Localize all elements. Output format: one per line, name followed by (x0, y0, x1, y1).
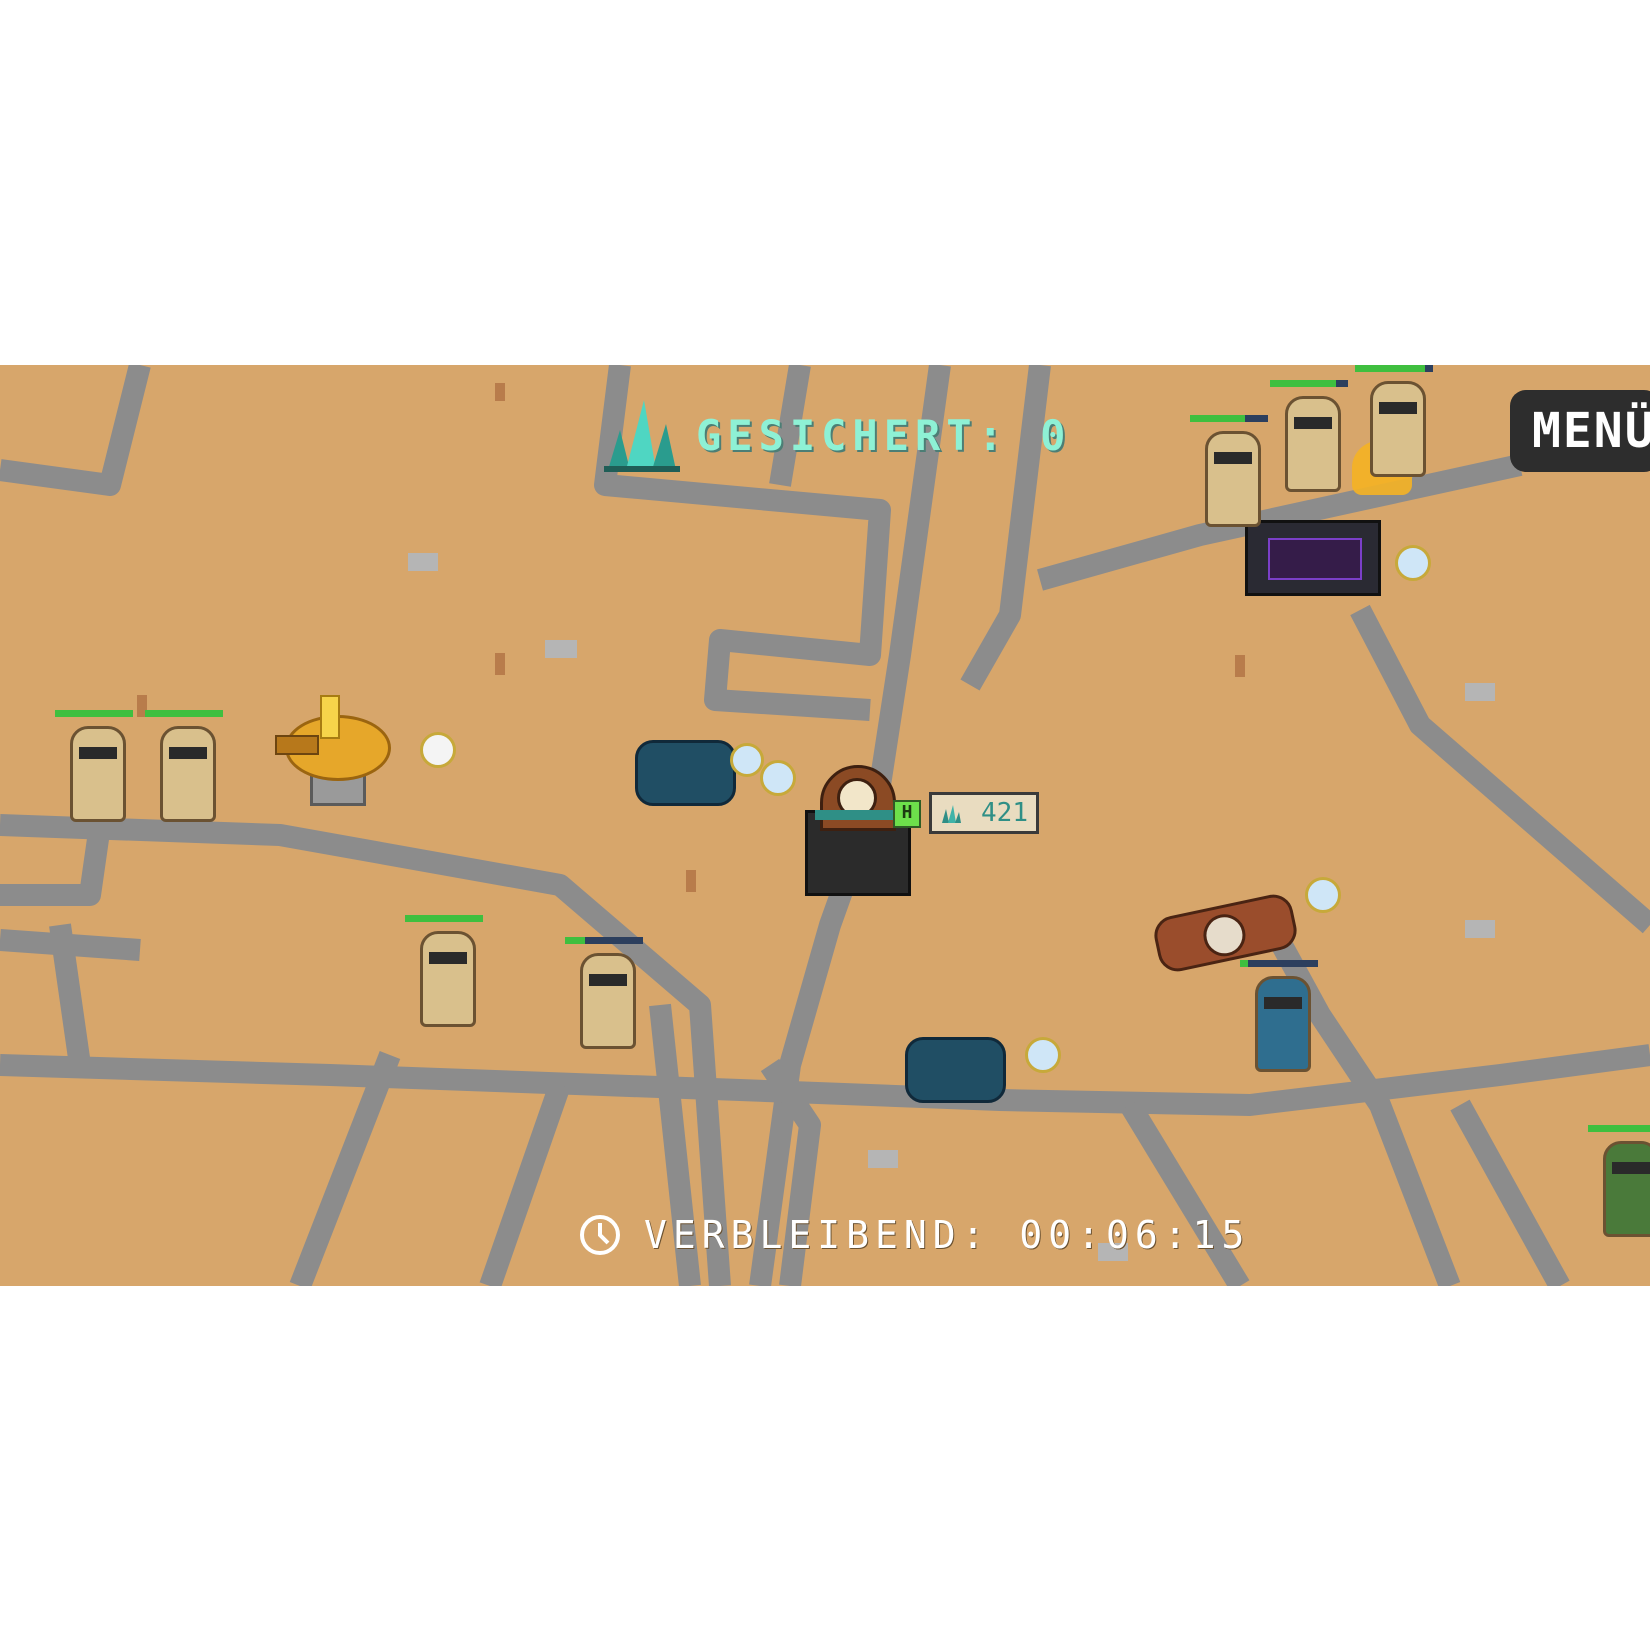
enemy-health-bar (1355, 365, 1433, 372)
stopwatch-pickup[interactable] (730, 743, 764, 777)
enemy-pharaoh[interactable] (1240, 960, 1320, 1075)
enemy-eyes (1214, 452, 1252, 464)
enemy-body (1285, 396, 1341, 492)
enemy-mummy[interactable] (405, 915, 485, 1030)
enemy-body (1255, 976, 1311, 1072)
clock-icon (578, 1213, 622, 1257)
purple-radar-tower[interactable] (1245, 520, 1381, 596)
stopwatch-pickup[interactable] (1305, 877, 1341, 913)
enemy-health-bar (55, 710, 133, 717)
enemy-mummy[interactable] (55, 710, 135, 825)
menu-button[interactable]: MENÜ (1510, 390, 1650, 472)
enemy-body (420, 931, 476, 1027)
remaining-timer: VERBLEIBEND: 00:06:15 (578, 1200, 1250, 1270)
enemy-body (1370, 381, 1426, 477)
tower-price-value: 421 (981, 798, 1028, 828)
enemy-body (1603, 1141, 1650, 1237)
enemy-mummy[interactable] (1190, 415, 1270, 530)
game-viewport[interactable]: H 421 GESICHERT: 0 MENÜ VERBLEIBEND: 00:… (0, 365, 1650, 1286)
enemy-eyes (1379, 402, 1417, 414)
enemy-health-bar (565, 937, 643, 944)
crystal-icon (940, 802, 962, 824)
stopwatch-pickup[interactable] (1025, 1037, 1061, 1073)
stopwatch-pickup[interactable] (760, 760, 796, 796)
hologram-device[interactable] (905, 1037, 1006, 1103)
stopwatch-pickup[interactable] (420, 732, 456, 768)
enemy-body (70, 726, 126, 822)
tower-level-badge: H (893, 800, 921, 828)
enemy-body (580, 953, 636, 1049)
enemy-eyes (429, 952, 467, 964)
stopwatch-pickup[interactable] (1395, 545, 1431, 581)
enemy-eyes (1264, 997, 1302, 1009)
enemy-body (160, 726, 216, 822)
golden-cannon-tower[interactable] (275, 695, 395, 806)
enemy-green-mummy[interactable] (1588, 1125, 1650, 1240)
enemy-health-bar (1270, 380, 1348, 387)
enemy-mummy[interactable] (565, 937, 645, 1052)
enemy-health-bar (145, 710, 223, 717)
enemy-health-bar (1588, 1125, 1650, 1132)
enemy-mummy[interactable] (1355, 365, 1435, 480)
enemy-eyes (589, 974, 627, 986)
crystal-icon (600, 394, 682, 476)
saved-label: GESICHERT: 0 (696, 410, 1072, 460)
timer-label: VERBLEIBEND: 00:06:15 (644, 1213, 1251, 1257)
hologram-device[interactable] (635, 740, 736, 806)
enemy-health-bar (1240, 960, 1318, 967)
enemy-eyes (1612, 1162, 1650, 1174)
enemy-mummy[interactable] (1270, 380, 1350, 495)
enemy-eyes (169, 747, 207, 759)
enemy-mummy[interactable] (145, 710, 225, 825)
enemy-health-bar (405, 915, 483, 922)
enemy-body (1205, 431, 1261, 527)
tower-price-tag[interactable]: 421 (929, 792, 1039, 834)
enemy-health-bar (1190, 415, 1268, 422)
enemy-eyes (79, 747, 117, 759)
saved-counter: GESICHERT: 0 (600, 385, 1071, 485)
enemy-eyes (1294, 417, 1332, 429)
